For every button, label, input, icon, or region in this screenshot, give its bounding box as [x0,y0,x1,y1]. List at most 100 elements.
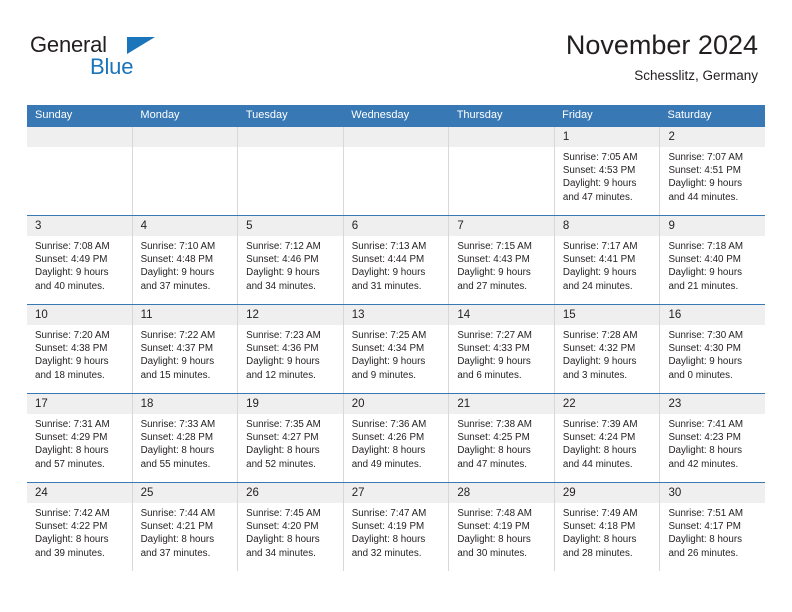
calendar-day-cell[interactable]: 16 Sunrise: 7:30 AM Sunset: 4:30 PM Dayligh… [659,305,766,393]
day-number: 25 [140,487,154,499]
day-number-band: 11 [132,305,238,325]
calendar-day-cell[interactable]: 2 Sunrise: 7:07 AM Sunset: 4:51 PM Daylight… [659,127,766,215]
day-detail-line: Daylight: 8 hours [668,534,742,546]
day-detail-line: Sunrise: 7:42 AM [35,508,110,519]
calendar-day-cell[interactable]: 4 Sunrise: 7:10 AM Sunset: 4:48 PM Daylight… [131,216,238,304]
calendar-day-cell[interactable]: 1 Sunrise: 7:05 AM Sunset: 4:53 PM Daylight… [553,127,660,215]
day-detail-line: Sunset: 4:40 PM [668,254,741,266]
day-detail-line: Sunrise: 7:05 AM [562,152,638,163]
day-detail-line: Daylight: 9 hours [668,178,742,190]
calendar-day-cell[interactable]: 25 Sunrise: 7:44 AM Sunset: 4:21 PM Dayligh… [131,483,238,571]
calendar-day-cell[interactable]: 5 Sunrise: 7:12 AM Sunset: 4:46 PM Daylight… [237,216,343,304]
day-detail-line: Sunset: 4:18 PM [562,521,636,533]
day-detail-line: and 21 minutes. [668,280,739,292]
calendar-day-cell[interactable]: 11 Sunrise: 7:22 AM Sunset: 4:37 PM Dayligh… [131,305,238,393]
day-detail-line: Sunrise: 7:17 AM [562,241,638,252]
day-details: Sunrise: 7:18 AM Sunset: 4:40 PM Daylight:… [660,236,765,293]
day-detail-line: Sunset: 4:30 PM [668,343,741,355]
calendar-week-row: 24 Sunrise: 7:42 AM Sunset: 4:22 PM Dayligh… [27,482,766,571]
day-number: 20 [351,398,365,410]
calendar-day-cell[interactable]: 13 Sunrise: 7:25 AM Sunset: 4:34 PM Dayligh… [342,305,449,393]
calendar-week-row: 17 Sunrise: 7:31 AM Sunset: 4:29 PM Dayligh… [27,393,766,482]
day-details: Sunrise: 7:51 AM Sunset: 4:17 PM Daylight:… [660,503,765,560]
day-detail-line: Sunrise: 7:25 AM [351,330,427,341]
calendar-day-cell[interactable]: 18 Sunrise: 7:33 AM Sunset: 4:28 PM Dayligh… [131,394,238,482]
calendar-day-cell[interactable]: 28 Sunrise: 7:48 AM Sunset: 4:19 PM Dayligh… [448,483,554,571]
day-detail-line: and 44 minutes. [562,458,633,470]
title-block: November 2024 Schesslitz, Germany [566,28,758,86]
day-detail-line: Sunset: 4:44 PM [351,254,425,266]
calendar-day-cell[interactable]: 21 Sunrise: 7:38 AM Sunset: 4:25 PM Dayligh… [448,394,554,482]
calendar-day-cell[interactable]: 15 Sunrise: 7:28 AM Sunset: 4:32 PM Dayligh… [553,305,660,393]
day-number: 2 [668,131,675,143]
day-detail-line: Daylight: 9 hours [457,267,531,279]
day-details: Sunrise: 7:45 AM Sunset: 4:20 PM Daylight:… [238,503,343,560]
day-details: Sunrise: 7:47 AM Sunset: 4:19 PM Daylight:… [344,503,449,560]
day-number-band: 28 [449,483,554,503]
day-detail-line: Sunrise: 7:30 AM [668,330,744,341]
day-number: 30 [668,487,682,499]
day-detail-line: Sunrise: 7:44 AM [140,508,216,519]
calendar-day-cell[interactable]: 20 Sunrise: 7:36 AM Sunset: 4:26 PM Dayligh… [342,394,449,482]
weekday-header-thursday: Thursday [456,109,503,121]
page-header: General Blue November 2024 Schesslitz, G… [30,28,758,98]
day-details [133,147,238,151]
day-details [344,147,449,151]
day-number: 11 [140,309,153,321]
day-detail-line: Sunset: 4:25 PM [457,432,530,444]
calendar-day-cell[interactable]: 10 Sunrise: 7:20 AM Sunset: 4:38 PM Dayligh… [27,305,132,393]
calendar-day-cell[interactable]: 8 Sunrise: 7:17 AM Sunset: 4:41 PM Daylight… [553,216,660,304]
calendar-week-row: 3 Sunrise: 7:08 AM Sunset: 4:49 PM Daylight… [27,215,766,304]
page-title: November 2024 [565,30,758,60]
day-number: 15 [562,309,576,321]
day-detail-line: Sunset: 4:22 PM [35,521,108,533]
day-detail-line: Sunset: 4:34 PM [351,343,425,355]
calendar-day-cell[interactable]: 14 Sunrise: 7:27 AM Sunset: 4:33 PM Dayligh… [448,305,554,393]
page-subtitle: Schesslitz, Germany [634,68,758,83]
day-number: 26 [246,487,259,499]
day-detail-line: and 49 minutes. [351,458,422,470]
brand-logo[interactable]: General Blue [30,32,210,88]
day-detail-line: Sunrise: 7:51 AM [668,508,744,519]
calendar-day-cell[interactable]: 3 Sunrise: 7:08 AM Sunset: 4:49 PM Daylight… [27,216,132,304]
triangle-icon [127,37,155,54]
day-number-band: 21 [449,394,554,414]
day-number: 28 [457,487,471,499]
calendar-day-cell[interactable]: 7 Sunrise: 7:15 AM Sunset: 4:43 PM Daylight… [448,216,554,304]
day-detail-line: Sunrise: 7:18 AM [668,241,744,252]
day-number-band: 12 [238,305,343,325]
calendar-day-cell[interactable]: 23 Sunrise: 7:41 AM Sunset: 4:23 PM Dayligh… [659,394,766,482]
day-detail-line: Sunset: 4:48 PM [140,254,214,266]
calendar-day-cell[interactable]: 9 Sunrise: 7:18 AM Sunset: 4:40 PM Daylight… [659,216,766,304]
day-detail-line: and 40 minutes. [35,280,105,292]
day-detail-line: and 47 minutes. [562,191,633,203]
day-detail-line: and 37 minutes. [140,547,211,559]
calendar-day-cell[interactable]: 22 Sunrise: 7:39 AM Sunset: 4:24 PM Dayligh… [553,394,660,482]
day-number-band: 4 [132,216,238,236]
day-number: 10 [35,309,48,321]
calendar-day-cell[interactable]: 12 Sunrise: 7:23 AM Sunset: 4:36 PM Dayligh… [237,305,343,393]
calendar-day-cell[interactable]: 24 Sunrise: 7:42 AM Sunset: 4:22 PM Dayligh… [27,483,132,571]
calendar-day-cell[interactable]: 30 Sunrise: 7:51 AM Sunset: 4:17 PM Dayligh… [659,483,766,571]
day-detail-line: Sunrise: 7:27 AM [457,330,532,341]
calendar-day-cell[interactable]: 19 Sunrise: 7:35 AM Sunset: 4:27 PM Dayligh… [237,394,343,482]
day-detail-line: and 32 minutes. [351,547,422,559]
calendar-day-cell[interactable]: 17 Sunrise: 7:31 AM Sunset: 4:29 PM Dayligh… [27,394,132,482]
calendar-day-cell[interactable]: 6 Sunrise: 7:13 AM Sunset: 4:44 PM Daylight… [342,216,449,304]
day-detail-line: Sunrise: 7:12 AM [246,241,321,252]
calendar-day-cell[interactable]: 27 Sunrise: 7:47 AM Sunset: 4:19 PM Dayligh… [342,483,449,571]
day-details [449,147,554,151]
day-detail-line: Sunrise: 7:39 AM [562,419,638,430]
day-number: 29 [562,487,576,499]
calendar-day-cell[interactable]: 26 Sunrise: 7:45 AM Sunset: 4:20 PM Dayligh… [237,483,343,571]
day-number: 27 [351,487,365,499]
calendar-day-cell[interactable]: 29 Sunrise: 7:49 AM Sunset: 4:18 PM Dayligh… [553,483,660,571]
day-number: 18 [140,398,154,410]
day-detail-line: and 0 minutes. [668,369,733,381]
day-detail-line: and 42 minutes. [668,458,739,470]
day-detail-line: Daylight: 8 hours [562,445,637,457]
day-detail-line: Sunset: 4:49 PM [35,254,108,266]
day-detail-line: Daylight: 9 hours [562,356,637,368]
day-number: 19 [246,398,259,410]
day-number-band: 9 [660,216,766,236]
